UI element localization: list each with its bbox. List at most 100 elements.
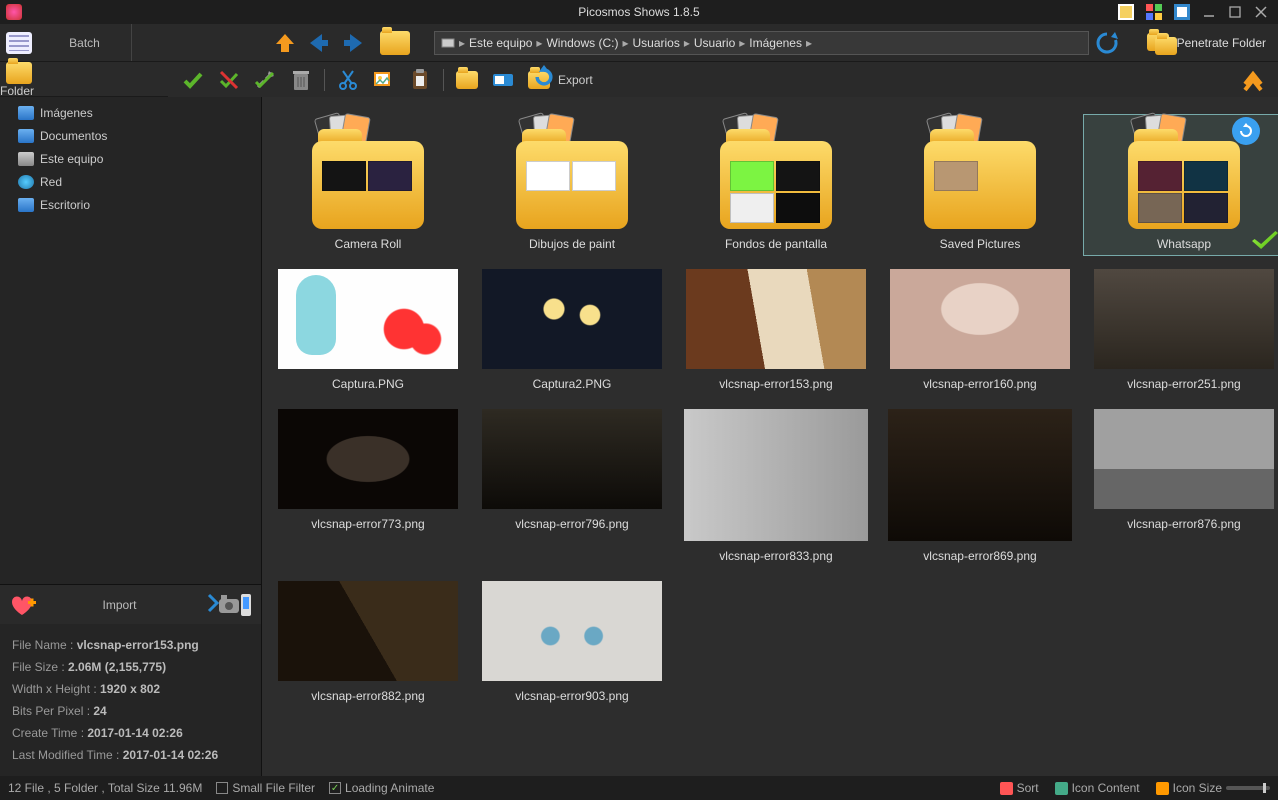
delete-button[interactable] [288,67,314,93]
folder-thumb [1114,119,1254,229]
icon-content-button[interactable]: Icon Content [1055,781,1140,795]
nav-up-icon[interactable] [272,30,298,56]
paste-button[interactable] [407,67,433,93]
penetrate-folder-button[interactable]: Penetrate Folder [1129,24,1278,61]
tree-item-label: Documentos [40,129,107,143]
titlebar-extra-2[interactable] [1146,4,1162,20]
image-name: vlcsnap-error796.png [515,517,628,531]
sort-button[interactable]: Sort [1000,781,1039,795]
folder-item[interactable]: Whatsapp [1084,115,1278,255]
tree-item-label: Este equipo [40,152,103,166]
image-name: vlcsnap-error251.png [1127,377,1240,391]
folder-name: Camera Roll [335,237,402,251]
settings-button[interactable] [252,67,278,93]
image-item[interactable]: vlcsnap-error869.png [880,405,1080,567]
image-item[interactable]: Captura.PNG [268,265,468,395]
tree-item-icon [18,175,34,189]
image-thumb [482,581,662,681]
collapse-icon[interactable] [1240,67,1266,93]
folder-thumb [502,119,642,229]
folder-item[interactable]: Saved Pictures [880,115,1080,255]
app-icon [6,4,22,20]
deselect-button[interactable] [216,67,242,93]
folder-name: Dibujos de paint [529,237,615,251]
crumb-0[interactable]: Este equipo [469,36,532,50]
loading-animate-checkbox[interactable]: ✓Loading Animate [329,781,434,795]
image-item[interactable]: vlcsnap-error153.png [676,265,876,395]
image-thumb [278,581,458,681]
titlebar-extra-1[interactable] [1118,4,1134,20]
minimize-icon[interactable] [1202,5,1216,19]
tree-item[interactable]: Imágenes [0,101,261,124]
select-all-button[interactable] [180,67,206,93]
image-item[interactable]: vlcsnap-error160.png [880,265,1080,395]
image-item[interactable]: vlcsnap-error833.png [676,405,876,567]
image-name: vlcsnap-error160.png [923,377,1036,391]
breadcrumb[interactable]: ▸ Este equipo▸ Windows (C:)▸ Usuarios▸ U… [434,31,1089,55]
folder-item[interactable]: Fondos de pantalla [676,115,876,255]
file-metadata: File Name : vlcsnap-error153.png File Si… [0,624,261,776]
image-item[interactable]: vlcsnap-error796.png [472,405,672,567]
tree-item-icon [18,198,34,212]
crumb-4[interactable]: Imágenes [749,36,802,50]
rename-button[interactable] [490,67,516,93]
drive-icon [441,36,455,50]
tree-item[interactable]: Red [0,170,261,193]
cut-button[interactable] [335,67,361,93]
nav-forward-icon[interactable] [340,30,366,56]
tree-item[interactable]: Este equipo [0,147,261,170]
nav-back-icon[interactable] [306,30,332,56]
batch-button[interactable]: Batch [0,24,131,61]
folder-item[interactable]: Camera Roll [268,115,468,255]
image-thumb [890,269,1070,369]
image-item[interactable]: vlcsnap-error903.png [472,577,672,707]
folder-name: Whatsapp [1157,237,1211,251]
thumbnail-grid: Camera Roll Dibujos de paint Fondos de p… [262,97,1278,776]
image-name: vlcsnap-error869.png [923,549,1036,563]
tree-item-label: Imágenes [40,106,93,120]
image-thumb [1094,409,1274,509]
image-item[interactable]: Captura2.PNG [472,265,672,395]
tree-item[interactable]: Documentos [0,124,261,147]
image-thumb [686,269,866,369]
nav-folder-icon[interactable] [380,31,410,55]
image-thumb [482,409,662,509]
folder-thumb [298,119,438,229]
folder-tree: Imágenes Documentos Este equipo Red Escritor… [0,97,261,345]
image-name: vlcsnap-error153.png [719,377,832,391]
export-button[interactable] [526,67,552,93]
small-file-filter-checkbox[interactable]: Small File Filter [216,781,315,795]
crumb-1[interactable]: Windows (C:) [546,36,618,50]
titlebar: Picosmos Shows 1.8.5 [0,0,1278,24]
folder-thumb [910,119,1050,229]
tree-item-icon [18,106,34,120]
image-item[interactable]: vlcsnap-error251.png [1084,265,1278,395]
import-devices-icon[interactable] [203,593,253,617]
tree-item-label: Red [40,175,62,189]
icon-size-slider[interactable]: Icon Size [1156,781,1270,795]
window-title: Picosmos Shows 1.8.5 [578,5,699,19]
import-bar[interactable]: Import [0,584,261,624]
image-thumb [278,409,458,509]
folder-item[interactable]: Dibujos de paint [472,115,672,255]
crumb-3[interactable]: Usuario [694,36,735,50]
refresh-icon[interactable] [1093,29,1121,57]
copy-button[interactable] [371,67,397,93]
tree-item[interactable]: Escritorio [0,193,261,216]
favorites-icon[interactable] [8,593,36,617]
close-icon[interactable] [1254,5,1268,19]
maximize-icon[interactable] [1228,5,1242,19]
tree-item-icon [18,152,34,166]
open-folder-button[interactable] [454,67,480,93]
crumb-2[interactable]: Usuarios [633,36,680,50]
image-name: vlcsnap-error903.png [515,689,628,703]
image-name: Captura.PNG [332,377,404,391]
image-name: vlcsnap-error833.png [719,549,832,563]
titlebar-extra-3[interactable] [1174,4,1190,20]
tree-item-label: Escritorio [40,198,90,212]
image-item[interactable]: vlcsnap-error876.png [1084,405,1278,567]
folder-button[interactable]: Folder [0,62,38,96]
image-item[interactable]: vlcsnap-error773.png [268,405,468,567]
image-item[interactable]: vlcsnap-error882.png [268,577,468,707]
share-icon [1232,117,1260,145]
